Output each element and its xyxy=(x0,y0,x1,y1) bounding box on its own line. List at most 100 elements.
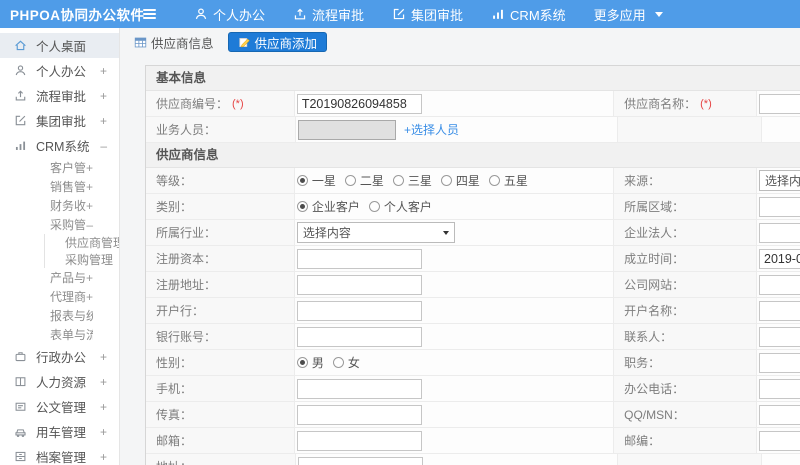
disabled-text-field[interactable] xyxy=(298,119,396,140)
sidebar-item[interactable]: 财务收支+ xyxy=(0,196,119,215)
hamburger-icon[interactable] xyxy=(132,9,166,19)
form-row: 传真： QQ/MSN： xyxy=(146,402,800,428)
topnav-item[interactable]: 流程审批 xyxy=(279,0,378,28)
radio-icon[interactable] xyxy=(368,201,380,212)
sidebar-item[interactable]: 客户管理+ xyxy=(0,158,119,177)
sidebar-item[interactable]: 集团审批 + xyxy=(0,108,119,133)
radio-selected-icon[interactable] xyxy=(296,175,308,186)
field-label: 邮编： xyxy=(624,434,661,448)
expand-plus-icon[interactable]: + xyxy=(100,90,107,102)
field-input-cell xyxy=(294,428,615,453)
sidebar-item[interactable]: 用车管理 + xyxy=(0,419,119,444)
top-navigation: 个人办公 流程审批 集团审批 CRM系统 更多应用 xyxy=(180,0,677,28)
field-label-cell: 传真： xyxy=(146,402,295,427)
radio-option[interactable]: 个人客户 xyxy=(368,198,432,215)
expand-plus-icon[interactable]: + xyxy=(100,376,107,388)
text-field[interactable] xyxy=(296,378,422,399)
field-input-cell xyxy=(294,376,615,401)
select-field[interactable]: 选择内容 xyxy=(759,170,800,191)
expand-plus-icon[interactable]: + xyxy=(86,181,93,193)
radio-option[interactable]: 三星 xyxy=(392,172,432,189)
text-field[interactable] xyxy=(759,404,800,425)
share-icon xyxy=(293,7,307,21)
archive-icon xyxy=(14,450,27,463)
text-field[interactable] xyxy=(296,404,422,425)
sidebar-item[interactable]: 销售管理+ xyxy=(0,177,119,196)
radio-icon[interactable] xyxy=(440,175,452,186)
text-field[interactable] xyxy=(296,248,422,269)
text-field[interactable] xyxy=(296,93,422,114)
topnav-item[interactable]: CRM系统 xyxy=(477,0,580,28)
text-field[interactable] xyxy=(296,326,422,347)
tab-supplier-add[interactable]: 供应商添加 xyxy=(227,32,328,52)
car-icon xyxy=(14,425,27,438)
sidebar-item-label: 个人办公 xyxy=(36,65,87,79)
radio-icon[interactable] xyxy=(332,357,344,368)
sidebar-item[interactable]: 代理商管理+ xyxy=(0,287,119,306)
text-field[interactable] xyxy=(759,274,800,295)
topnav-item[interactable]: 更多应用 xyxy=(580,0,677,28)
text-field[interactable] xyxy=(759,93,800,114)
expand-plus-icon[interactable]: + xyxy=(100,451,107,463)
sidebar-item[interactable]: 个人桌面 xyxy=(0,33,119,58)
topnav-item-label: 个人办公 xyxy=(213,7,266,23)
text-field[interactable] xyxy=(759,222,800,243)
radio-option[interactable]: 四星 xyxy=(440,172,480,189)
expand-plus-icon[interactable]: + xyxy=(100,401,107,413)
sidebar-item[interactable]: 档案管理 + xyxy=(0,444,119,465)
radio-option[interactable]: 企业客户 xyxy=(296,198,360,215)
radio-selected-icon[interactable] xyxy=(296,357,308,368)
text-field[interactable] xyxy=(296,274,422,295)
expand-plus-icon[interactable]: + xyxy=(100,351,107,363)
tab-supplier-info[interactable]: 供应商信息 xyxy=(134,32,214,52)
radio-option[interactable]: 五星 xyxy=(488,172,528,189)
field-label-cell: QQ/MSN： xyxy=(614,402,757,427)
select-field[interactable]: 选择内容 xyxy=(296,222,455,243)
tab-bar: 供应商信息 供应商添加 xyxy=(120,28,800,56)
sidebar-item[interactable]: 产品与库存+ xyxy=(0,268,119,287)
collapse-minus-icon[interactable]: – xyxy=(86,219,93,231)
sidebar-item[interactable]: 行政办公 + xyxy=(0,344,119,369)
sidebar-item[interactable]: 流程审批 + xyxy=(0,83,119,108)
expand-plus-icon[interactable]: + xyxy=(100,426,107,438)
text-field[interactable] xyxy=(759,300,800,321)
sidebar-item[interactable]: 报表与统计 xyxy=(0,306,119,325)
expand-plus-icon[interactable]: + xyxy=(100,115,107,127)
text-field[interactable] xyxy=(759,430,800,451)
text-field[interactable] xyxy=(296,300,422,321)
sidebar-item[interactable]: 表单与流程设置+ xyxy=(0,325,119,344)
text-field[interactable] xyxy=(759,326,800,347)
collapse-minus-icon[interactable]: – xyxy=(100,140,107,152)
text-field[interactable] xyxy=(759,248,800,269)
select-person-link[interactable]: +选择人员 xyxy=(404,121,459,138)
text-field[interactable] xyxy=(759,196,800,217)
expand-plus-icon[interactable]: + xyxy=(100,65,107,77)
expand-plus-icon[interactable]: + xyxy=(86,162,93,174)
expand-plus-icon[interactable]: + xyxy=(86,291,93,303)
sidebar-item[interactable]: 采购管理– xyxy=(0,215,119,234)
text-field[interactable] xyxy=(296,430,422,451)
topnav-item[interactable]: 集团审批 xyxy=(378,0,477,28)
sidebar-item[interactable]: 公文管理 + xyxy=(0,394,119,419)
radio-icon[interactable] xyxy=(344,175,356,186)
radio-option[interactable]: 二星 xyxy=(344,172,384,189)
sidebar-item[interactable]: 个人办公 + xyxy=(0,58,119,83)
radio-option[interactable]: 男 xyxy=(296,354,324,371)
radio-icon[interactable] xyxy=(392,175,404,186)
radio-icon[interactable] xyxy=(488,175,500,186)
field-label: 成立时间： xyxy=(624,252,685,266)
text-field[interactable] xyxy=(298,456,423,465)
user-icon xyxy=(14,64,27,77)
sidebar-item[interactable]: CRM系统 – xyxy=(0,133,119,158)
radio-selected-icon[interactable] xyxy=(296,201,308,212)
topnav-item[interactable]: 个人办公 xyxy=(180,0,279,28)
text-field[interactable] xyxy=(759,352,800,373)
expand-plus-icon[interactable]: + xyxy=(86,272,93,284)
sidebar-item[interactable]: 供应商管理 xyxy=(45,234,119,251)
radio-option[interactable]: 一星 xyxy=(296,172,336,189)
expand-plus-icon[interactable]: + xyxy=(86,200,93,212)
radio-option[interactable]: 女 xyxy=(332,354,360,371)
sidebar-item[interactable]: 人力资源 + xyxy=(0,369,119,394)
sidebar-item[interactable]: 采购管理 xyxy=(45,251,119,268)
text-field[interactable] xyxy=(759,378,800,399)
